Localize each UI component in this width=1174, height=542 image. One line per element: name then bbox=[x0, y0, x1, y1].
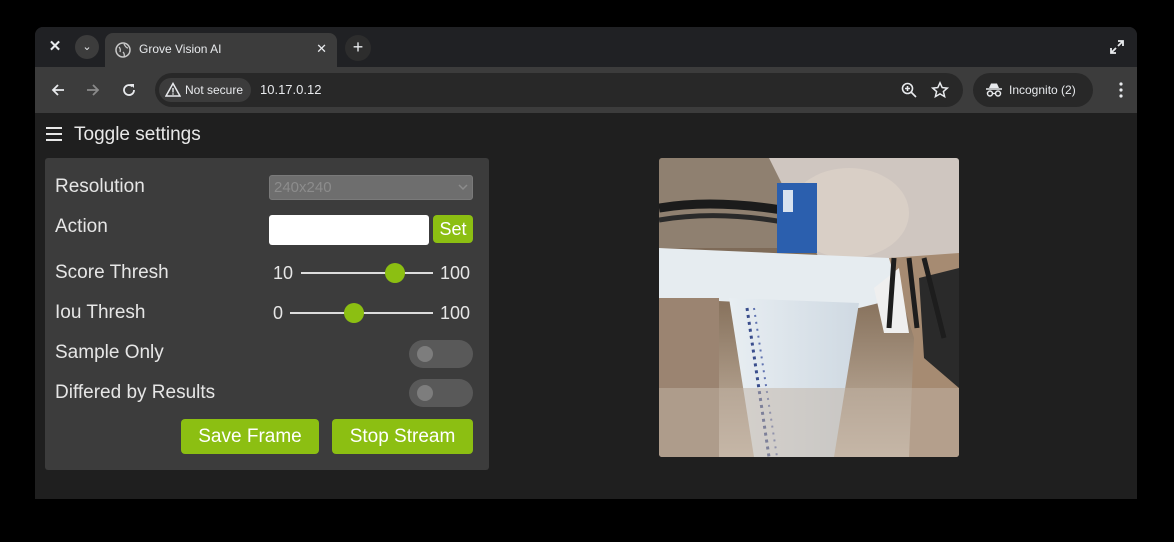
zoom-icon[interactable] bbox=[900, 81, 918, 99]
new-tab-button[interactable]: + bbox=[345, 35, 371, 61]
page-content: Toggle settings Resolution 240x240 Actio… bbox=[35, 113, 1137, 499]
close-tab-icon[interactable]: ✕ bbox=[316, 41, 327, 57]
toggle-knob bbox=[417, 346, 433, 362]
chevron-down-icon bbox=[458, 184, 468, 191]
score-thresh-label: Score Thresh bbox=[55, 262, 169, 283]
bookmark-star-icon[interactable] bbox=[931, 81, 949, 99]
more-menu-icon[interactable] bbox=[1119, 81, 1123, 99]
back-arrow-icon[interactable] bbox=[49, 81, 67, 99]
score-slider-track[interactable] bbox=[301, 272, 433, 274]
action-label: Action bbox=[55, 216, 108, 237]
differed-by-results-toggle[interactable] bbox=[409, 379, 473, 407]
resolution-label: Resolution bbox=[55, 176, 145, 197]
settings-panel: Resolution 240x240 Action Set Score Thre… bbox=[45, 158, 489, 470]
save-frame-button[interactable]: Save Frame bbox=[181, 419, 319, 454]
tab-strip: ✕ ⌄ Grove Vision AI ✕ + bbox=[35, 27, 1137, 67]
differed-by-results-label: Differed by Results bbox=[55, 382, 216, 403]
globe-icon bbox=[115, 42, 131, 58]
incognito-chip[interactable]: Incognito (2) bbox=[973, 73, 1093, 107]
tab-title: Grove Vision AI bbox=[139, 42, 222, 56]
iou-max-label: 100 bbox=[440, 303, 471, 323]
url-text: 10.17.0.12 bbox=[260, 82, 322, 97]
sample-only-label: Sample Only bbox=[55, 342, 164, 363]
camera-stream-image bbox=[659, 158, 959, 457]
stop-stream-button[interactable]: Stop Stream bbox=[332, 419, 473, 454]
warning-triangle-icon bbox=[165, 82, 181, 97]
iou-thresh-label: Iou Thresh bbox=[55, 302, 146, 323]
tab-grove-vision-ai[interactable]: Grove Vision AI ✕ bbox=[105, 33, 337, 67]
security-chip[interactable]: Not secure bbox=[159, 78, 252, 102]
incognito-label: Incognito (2) bbox=[1009, 83, 1076, 97]
security-label: Not secure bbox=[185, 83, 244, 97]
resolution-select[interactable]: 240x240 bbox=[269, 175, 473, 200]
resolution-value: 240x240 bbox=[274, 179, 332, 196]
incognito-icon bbox=[986, 83, 1002, 97]
browser-toolbar: Not secure 10.17.0.12 Incognito (2) bbox=[35, 67, 1137, 113]
forward-arrow-icon[interactable] bbox=[84, 81, 102, 99]
action-input[interactable] bbox=[269, 215, 429, 245]
address-bar[interactable]: Not secure 10.17.0.12 bbox=[155, 73, 963, 107]
score-min-label: 10 bbox=[273, 263, 294, 283]
sample-only-toggle[interactable] bbox=[409, 340, 473, 368]
score-slider-thumb[interactable] bbox=[384, 263, 405, 283]
close-window-icon[interactable]: ✕ bbox=[45, 37, 65, 57]
score-max-label: 100 bbox=[440, 263, 471, 283]
hamburger-menu-icon[interactable] bbox=[46, 127, 62, 141]
maximize-icon[interactable] bbox=[1109, 39, 1125, 55]
toggle-knob bbox=[417, 385, 433, 401]
tab-search-chevron-icon[interactable]: ⌄ bbox=[75, 35, 99, 59]
reload-icon[interactable] bbox=[120, 81, 138, 99]
iou-min-label: 0 bbox=[273, 303, 284, 323]
iou-slider-thumb[interactable] bbox=[344, 303, 365, 323]
set-button[interactable]: Set bbox=[433, 215, 473, 243]
toggle-settings-label[interactable]: Toggle settings bbox=[74, 124, 201, 146]
browser-window: ✕ ⌄ Grove Vision AI ✕ + Not secure 10.17… bbox=[35, 27, 1137, 499]
